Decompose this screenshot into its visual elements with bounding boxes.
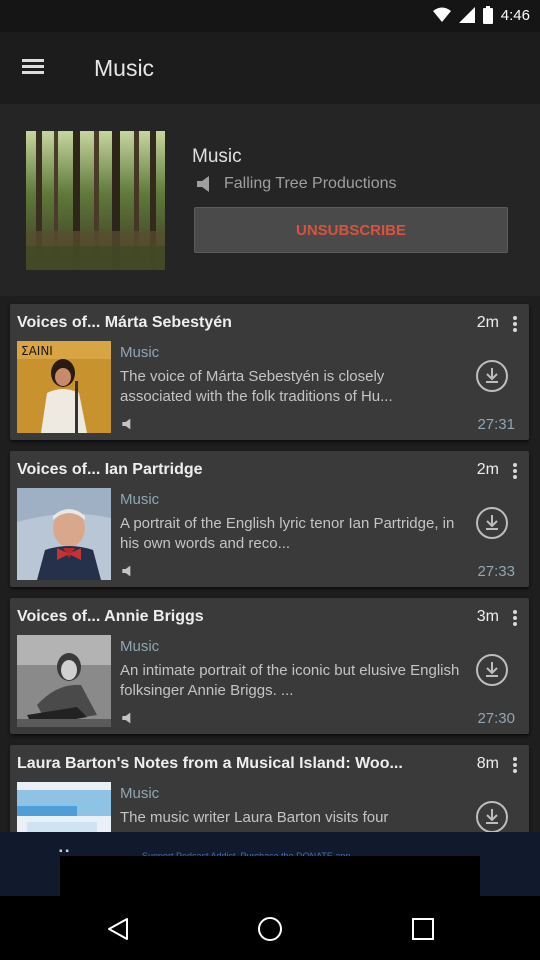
- download-icon[interactable]: [475, 506, 509, 540]
- speaker-icon: [197, 176, 209, 192]
- download-icon[interactable]: [475, 359, 509, 393]
- episode-card[interactable]: Voices of... Márta Sebestyén 2m ΣΑΙΝΙ Mu…: [10, 304, 529, 440]
- episode-age: 2m: [476, 461, 499, 478]
- more-options-icon[interactable]: [509, 757, 521, 777]
- signal-icon: [458, 7, 475, 23]
- status-bar: 4:46: [0, 0, 540, 32]
- status-time: 4:46: [500, 6, 530, 24]
- episode-description: A portrait of the English lyric tenor Ia…: [120, 515, 455, 552]
- episode-category: Music: [120, 344, 160, 361]
- speaker-icon: [122, 565, 131, 577]
- episode-title: Voices of... Ian Partridge: [17, 461, 203, 478]
- status-icons: 4:46: [432, 6, 530, 24]
- episode-category: Music: [120, 638, 160, 655]
- app-bar: Music: [0, 32, 540, 104]
- episode-age: 8m: [476, 755, 499, 772]
- download-icon[interactable]: [475, 653, 509, 687]
- episode-card[interactable]: Voices of... Annie Briggs 3m Music An in…: [10, 598, 529, 734]
- episode-title: Laura Barton's Notes from a Musical Isla…: [17, 755, 403, 772]
- episode-thumbnail: [17, 488, 111, 580]
- episode-title: Voices of... Márta Sebestyén: [17, 314, 232, 331]
- episode-age: 2m: [476, 314, 499, 331]
- episode-category: Music: [120, 785, 160, 802]
- episode-card[interactable]: Laura Barton's Notes from a Musical Isla…: [10, 745, 529, 832]
- episode-description: The music writer Laura Barton visits fou…: [120, 809, 389, 826]
- episode-description: The voice of Márta Sebestyén is closely …: [120, 368, 393, 405]
- episode-list: Voices of... Márta Sebestyén 2m ΣΑΙΝΙ Mu…: [0, 296, 540, 832]
- speaker-icon: [122, 712, 131, 724]
- wifi-icon: [432, 7, 451, 22]
- episode-duration: 27:33: [477, 563, 515, 580]
- episode-thumbnail: [17, 635, 111, 727]
- menu-icon[interactable]: [22, 56, 50, 80]
- ad-banner[interactable]: ▪ ▪ Support Podcast Addict. Purchase the…: [0, 832, 540, 896]
- episode-thumbnail: [17, 782, 111, 832]
- unsubscribe-button[interactable]: UNSUBSCRIBE: [194, 207, 508, 253]
- episode-card[interactable]: Voices of... Ian Partridge 2m Music A po…: [10, 451, 529, 587]
- more-options-icon[interactable]: [509, 316, 521, 336]
- recents-icon[interactable]: [410, 916, 436, 942]
- ad-placeholder: [60, 856, 480, 896]
- podcast-name: Music: [192, 146, 242, 167]
- download-icon[interactable]: [475, 800, 509, 832]
- podcast-author-row: Falling Tree Productions: [196, 175, 397, 193]
- episode-thumbnail: ΣΑΙΝΙ: [17, 341, 111, 433]
- episode-duration: 27:30: [477, 710, 515, 727]
- svg-text:ΣΑΙΝΙ: ΣΑΙΝΙ: [21, 344, 53, 358]
- episode-description: An intimate portrait of the iconic but e…: [120, 662, 460, 699]
- podcast-author: Falling Tree Productions: [224, 175, 397, 192]
- navigation-bar: [0, 896, 540, 960]
- podcast-cover-image[interactable]: [26, 131, 165, 270]
- page-title: Music: [94, 55, 155, 81]
- more-options-icon[interactable]: [509, 463, 521, 483]
- episode-age: 3m: [476, 608, 499, 625]
- episode-title: Voices of... Annie Briggs: [17, 608, 204, 625]
- episode-duration: 27:31: [477, 416, 515, 433]
- podcast-header: Music Falling Tree Productions UNSUBSCRI…: [0, 104, 540, 296]
- home-icon[interactable]: [257, 916, 283, 942]
- battery-icon: [482, 6, 493, 24]
- more-options-icon[interactable]: [509, 610, 521, 630]
- speaker-icon: [122, 418, 131, 430]
- episode-category: Music: [120, 491, 160, 508]
- back-icon[interactable]: [105, 916, 131, 942]
